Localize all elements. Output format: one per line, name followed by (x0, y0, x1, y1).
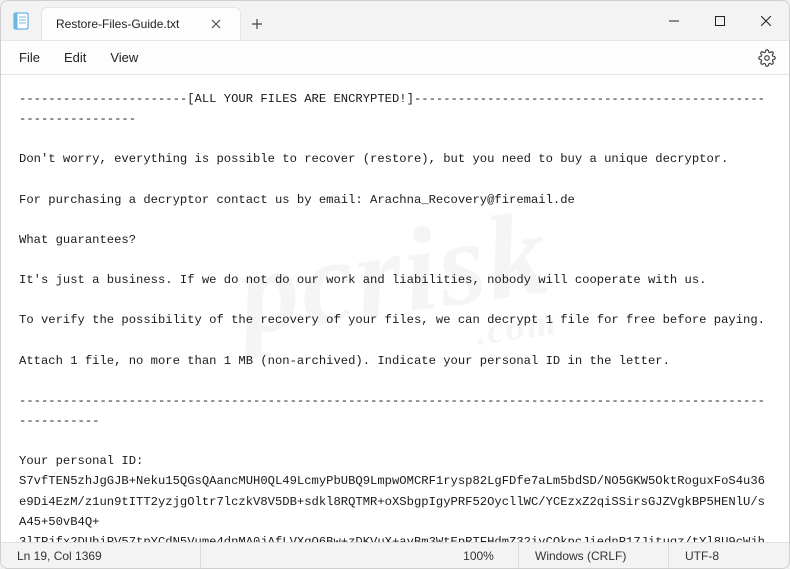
settings-button[interactable] (751, 43, 783, 73)
window-controls (651, 1, 789, 40)
notepad-window: Restore-Files-Guide.txt File Edit View (0, 0, 790, 569)
status-line-ending[interactable]: Windows (CRLF) (519, 543, 669, 568)
tab-active[interactable]: Restore-Files-Guide.txt (41, 7, 241, 40)
menu-file[interactable]: File (7, 45, 52, 70)
close-tab-icon[interactable] (209, 17, 223, 31)
new-tab-button[interactable] (241, 7, 273, 40)
maximize-button[interactable] (697, 1, 743, 41)
tab-title: Restore-Files-Guide.txt (56, 17, 179, 31)
close-window-button[interactable] (743, 1, 789, 41)
status-bar: Ln 19, Col 1369 100% Windows (CRLF) UTF-… (1, 542, 789, 568)
minimize-button[interactable] (651, 1, 697, 41)
status-encoding[interactable]: UTF-8 (669, 543, 789, 568)
text-editor-content[interactable]: -----------------------[ALL YOUR FILES A… (1, 75, 789, 542)
status-cursor[interactable]: Ln 19, Col 1369 (1, 543, 201, 568)
title-bar: Restore-Files-Guide.txt (1, 1, 789, 41)
menu-bar: File Edit View (1, 41, 789, 75)
status-zoom[interactable]: 100% (439, 543, 519, 568)
menu-view[interactable]: View (98, 45, 150, 70)
app-icon (1, 1, 41, 40)
menu-edit[interactable]: Edit (52, 45, 98, 70)
titlebar-drag-area[interactable] (273, 1, 651, 40)
